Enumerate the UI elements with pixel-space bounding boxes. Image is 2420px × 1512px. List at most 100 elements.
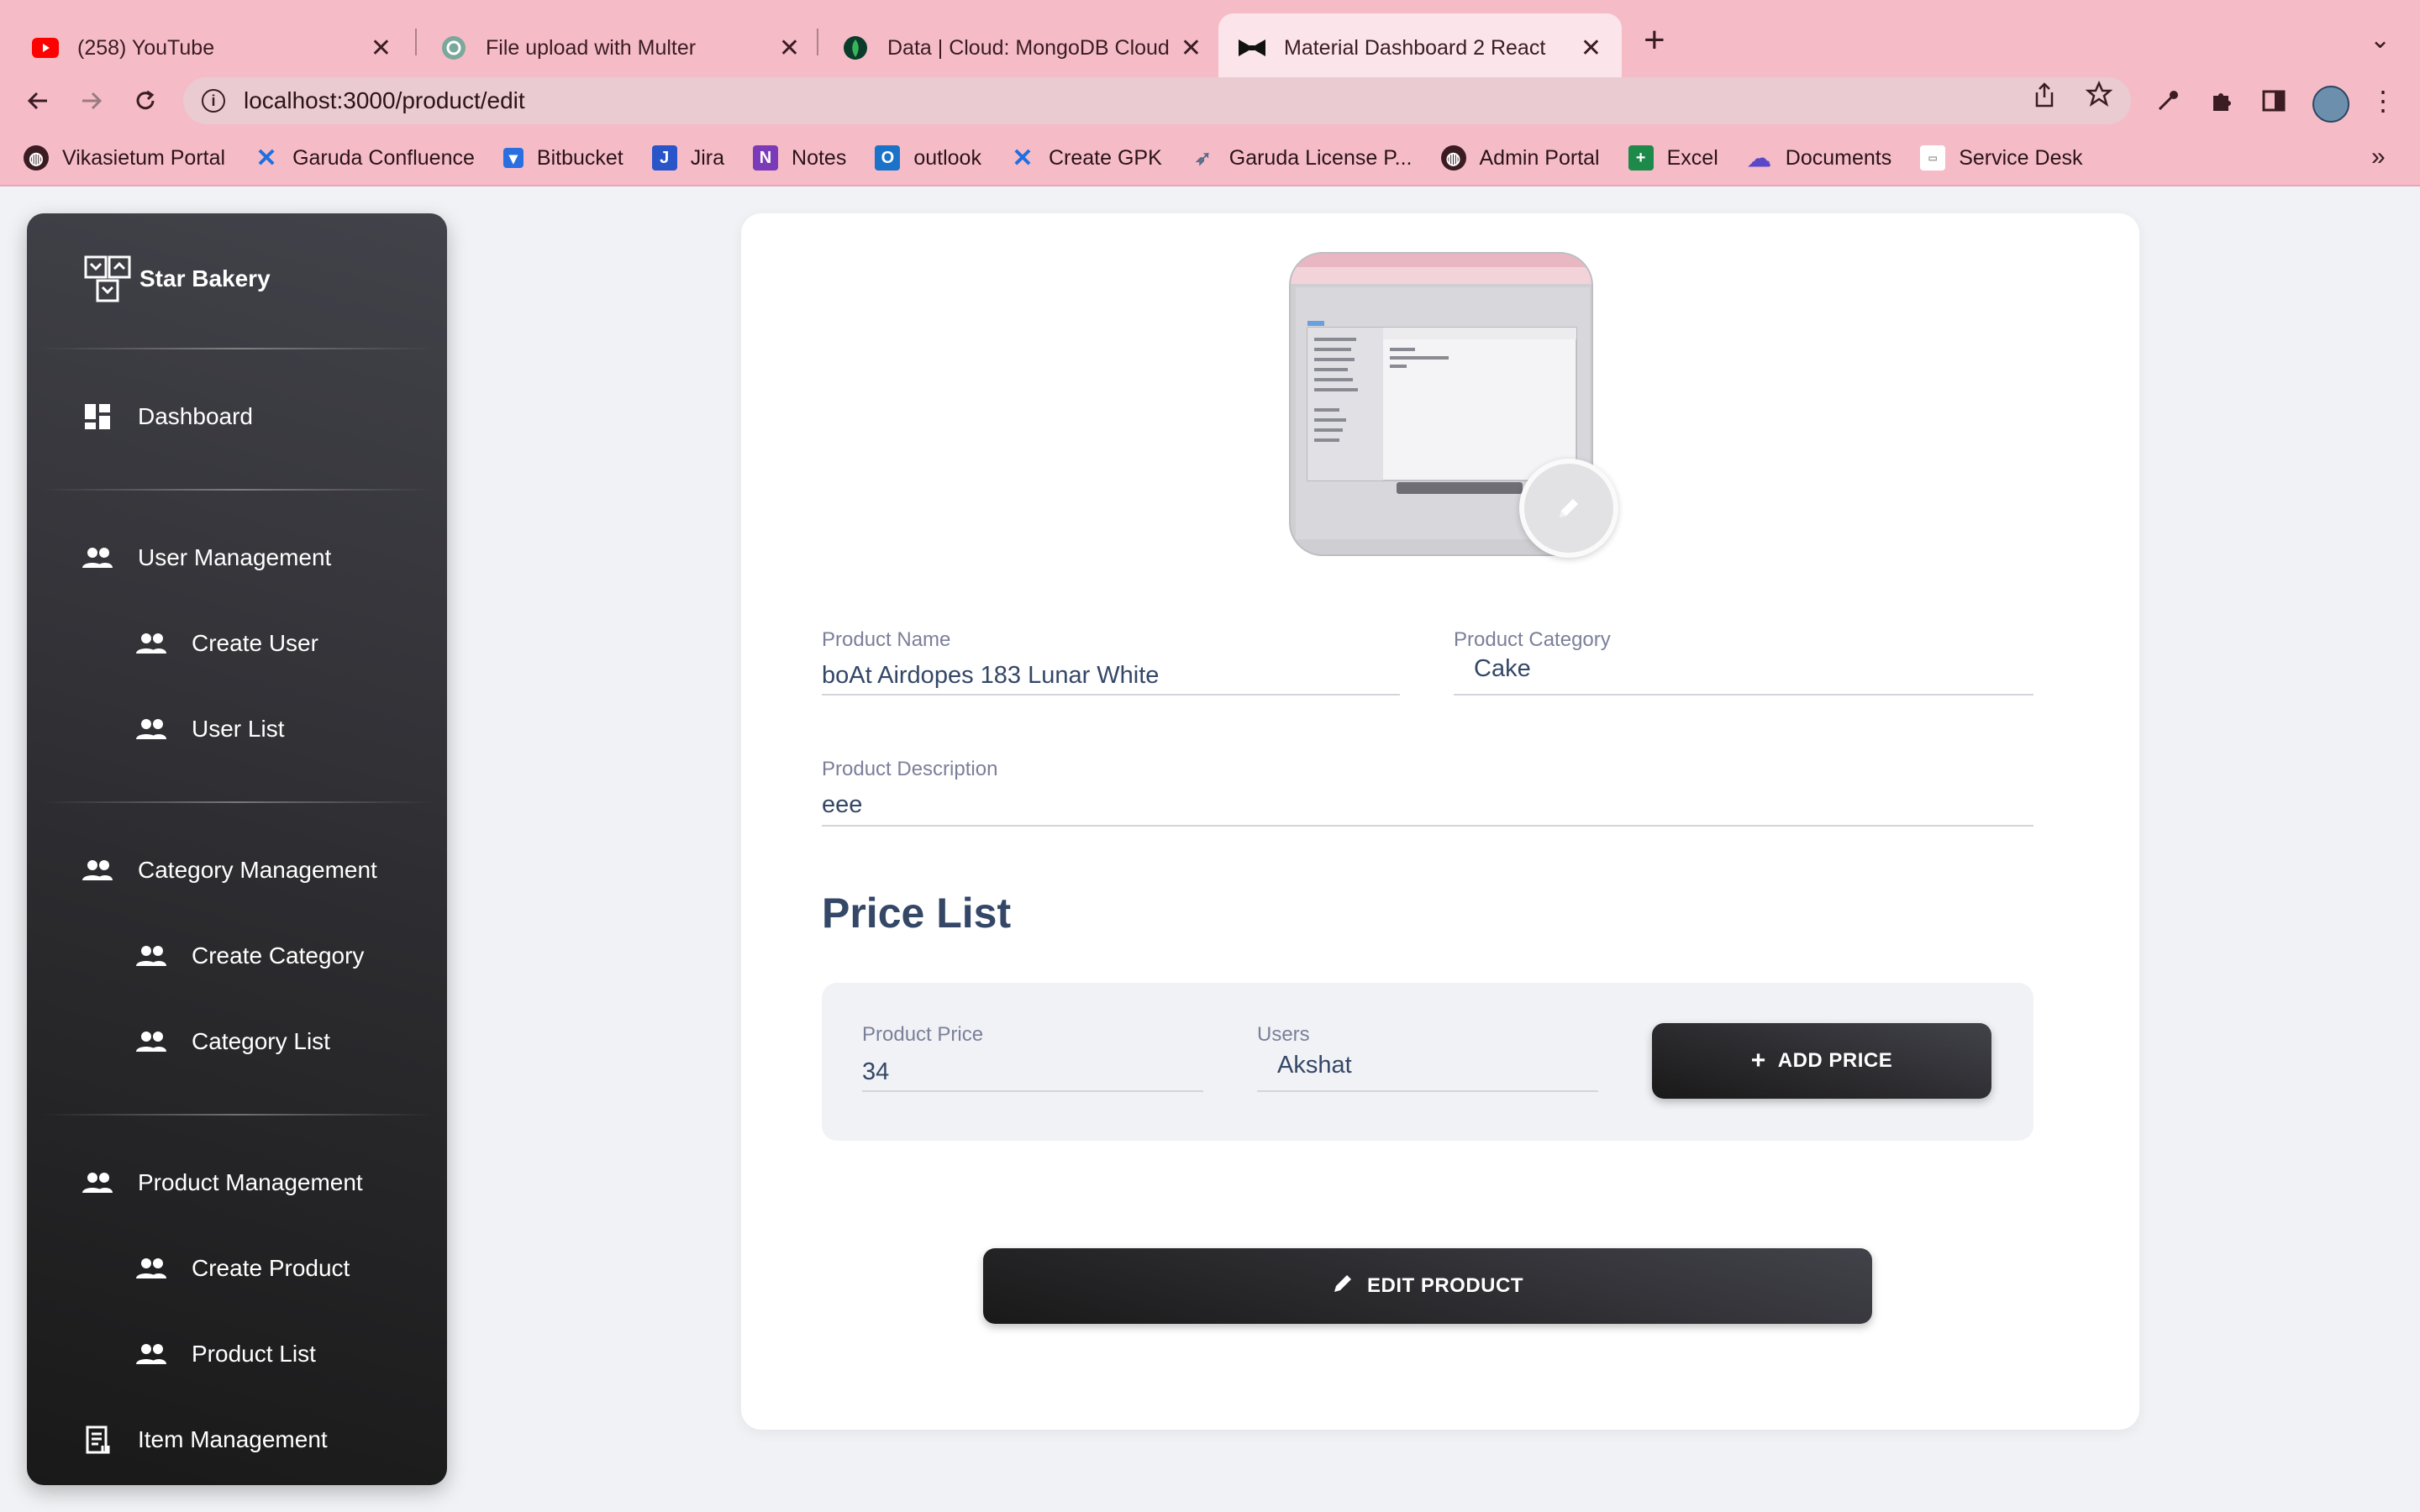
bookmark-label: Admin Portal [1479, 145, 1600, 170]
tab-file-upload[interactable]: File upload with Multer ✕ [420, 13, 820, 82]
users-label: Users [1257, 1023, 1310, 1046]
bookmark-service-desk[interactable]: ▭ Service Desk [1920, 145, 2082, 171]
product-description-value: eee [822, 791, 863, 818]
mongodb-leaf-icon [842, 34, 869, 61]
people-icon [134, 627, 168, 660]
url-text: localhost:3000/product/edit [244, 87, 525, 113]
change-image-button[interactable] [1519, 459, 1618, 558]
product-price-field[interactable]: Product Price 34 [862, 1023, 1203, 1092]
bookmark-outlook[interactable]: O outlook [875, 145, 981, 171]
confluence-icon: ✕ [1012, 144, 1034, 172]
browser-toolbar: i localhost:3000/product/edit ⋮ [0, 76, 2420, 126]
bookmark-label: Create GPK [1048, 145, 1162, 170]
bookmark-admin-portal[interactable]: ◍ Admin Portal [1440, 145, 1600, 171]
back-button[interactable] [17, 76, 59, 126]
bookmarks-overflow-icon[interactable]: » [2371, 143, 2386, 171]
sidebar-item-label: Category Management [138, 857, 377, 883]
product-name-label: Product Name [822, 628, 951, 651]
sidebar-item-label: Category List [192, 1028, 330, 1054]
bookmark-bitbucket[interactable]: ▾ Bitbucket [502, 145, 623, 171]
bookmark-excel[interactable]: + Excel [1628, 145, 1718, 171]
bookmark-label: Documents [1785, 145, 1892, 170]
address-bar[interactable]: i localhost:3000/product/edit [183, 77, 2131, 124]
users-select[interactable]: Users Akshat [1257, 1023, 1598, 1092]
add-price-button[interactable]: + ADD PRICE [1652, 1023, 1991, 1099]
bookmark-create-gpk[interactable]: ✕ Create GPK [1010, 144, 1162, 172]
bookmark-jira[interactable]: J Jira [651, 145, 724, 171]
bookmark-garuda-confluence[interactable]: ✕ Garuda Confluence [254, 144, 475, 172]
tab-title: Material Dashboard 2 React [1284, 35, 1546, 60]
product-category-value: Cake [1474, 655, 1531, 682]
product-name-field[interactable]: Product Name boAt Airdopes 183 Lunar Whi… [822, 628, 1400, 696]
divider [40, 489, 434, 491]
product-category-select[interactable]: Product Category Cake [1454, 628, 2033, 696]
kebab-menu-icon[interactable]: ⋮ [2366, 84, 2400, 118]
sidebar-item-product-list[interactable]: Product List [134, 1337, 316, 1371]
brand[interactable]: Star Bakery [82, 254, 271, 304]
bookmark-label: Garuda Confluence [292, 145, 475, 170]
dashboard-icon [81, 400, 114, 433]
tab-separator [817, 29, 818, 55]
people-icon [81, 853, 114, 887]
share-icon[interactable] [2032, 81, 2057, 116]
tab-youtube[interactable]: (258) YouTube ✕ [12, 13, 412, 82]
globe-icon: ◍ [1440, 145, 1466, 171]
bookmark-documents[interactable]: ☁ Documents [1747, 145, 1891, 171]
bookmark-label: Excel [1666, 145, 1718, 170]
tab-material-dashboard[interactable]: Material Dashboard 2 React ✕ [1218, 13, 1622, 82]
sidebar-item-product-management[interactable]: Product Management [81, 1166, 363, 1200]
pencil-icon [1560, 499, 1578, 517]
new-tab-button[interactable]: + [1644, 22, 1665, 59]
sidebar-item-label: User List [192, 716, 285, 742]
pencil-icon [1332, 1271, 1355, 1301]
sidebar-item-create-product[interactable]: Create Product [134, 1252, 350, 1285]
eyedropper-extension-icon[interactable] [2151, 84, 2185, 118]
edit-product-button[interactable]: EDIT PRODUCT [983, 1248, 1872, 1324]
sidebar-item-dashboard[interactable]: Dashboard [81, 400, 253, 433]
sidebar-item-item-management[interactable]: Item Management [81, 1423, 328, 1457]
onenote-icon: N [753, 145, 779, 171]
bookmark-garuda-license[interactable]: ➶ Garuda License P... [1191, 145, 1413, 171]
side-panel-icon[interactable] [2257, 84, 2291, 118]
sidebar-item-label: Product List [192, 1341, 316, 1367]
site-info-icon[interactable]: i [202, 89, 225, 113]
sidebar-item-category-management[interactable]: Category Management [81, 853, 377, 887]
product-name-value: boAt Airdopes 183 Lunar White [822, 662, 1160, 689]
bookmark-label: Service Desk [1959, 145, 2083, 170]
close-icon[interactable]: ✕ [371, 34, 392, 63]
forward-button[interactable] [71, 76, 113, 126]
sidebar-item-user-management[interactable]: User Management [81, 541, 331, 575]
reload-button[interactable] [124, 76, 166, 126]
extensions-puzzle-icon[interactable] [2205, 84, 2238, 118]
star-icon[interactable] [2085, 80, 2113, 114]
bookmark-vikasietum-portal[interactable]: ◍ Vikasietum Portal [24, 145, 225, 171]
product-description-field[interactable]: Product Description eee [822, 758, 2033, 827]
paper-plane-icon: ➶ [1194, 146, 1212, 170]
bookmark-label: Notes [792, 145, 847, 170]
brand-logo-icon [84, 255, 131, 302]
edit-product-label: EDIT PRODUCT [1367, 1274, 1523, 1297]
sidebar-item-category-list[interactable]: Category List [134, 1025, 330, 1058]
brand-name: Star Bakery [139, 265, 271, 291]
people-icon [134, 1337, 168, 1371]
tab-strip: (258) YouTube ✕ File upload with Multer … [0, 0, 2420, 82]
bookmark-label: Bitbucket [536, 145, 623, 170]
sidebar-item-create-user[interactable]: Create User [134, 627, 318, 660]
sidebar-item-user-list[interactable]: User List [134, 712, 284, 746]
close-icon[interactable]: ✕ [1581, 34, 1602, 63]
tab-search-chevron-icon[interactable]: ⌄ [2370, 25, 2391, 55]
sidebar-item-create-category[interactable]: Create Category [134, 939, 364, 973]
tab-mongodb[interactable]: Data | Cloud: MongoDB Cloud ✕ [822, 13, 1222, 82]
close-icon[interactable]: ✕ [1181, 34, 1202, 63]
youtube-icon [32, 34, 59, 61]
people-icon [81, 541, 114, 575]
product-category-label: Product Category [1454, 628, 1611, 651]
product-price-label: Product Price [862, 1023, 984, 1046]
profile-avatar[interactable] [2312, 86, 2349, 123]
arrow-right-icon [82, 92, 103, 110]
bookmark-notes[interactable]: N Notes [753, 145, 846, 171]
reload-icon [136, 90, 155, 110]
service-desk-icon: ▭ [1920, 145, 1946, 171]
close-icon[interactable]: ✕ [779, 34, 800, 63]
people-icon [134, 1252, 168, 1285]
